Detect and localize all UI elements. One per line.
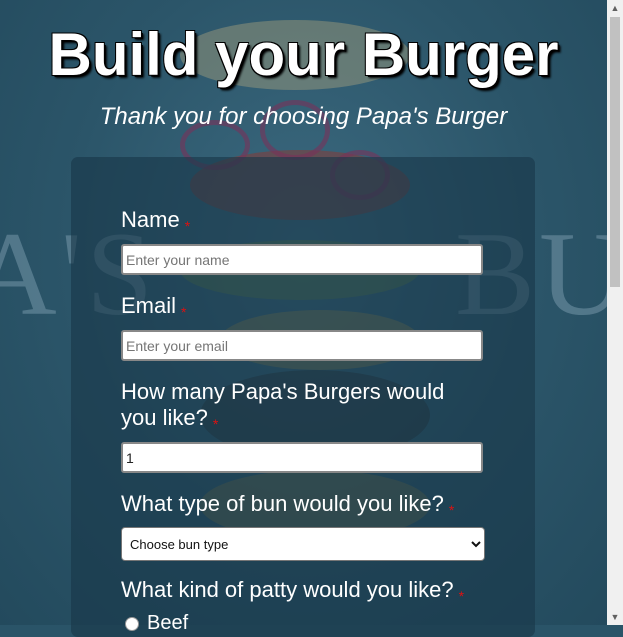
quantity-label: How many Papa's Burgers would you like? * — [121, 379, 445, 432]
name-label-text: Name — [121, 207, 180, 232]
email-label-text: Email — [121, 293, 177, 318]
page-subtitle: Thank you for choosing Papa's Burger — [99, 103, 508, 130]
patty-label: What kind of patty would you like? * — [121, 577, 465, 604]
patty-option-label: Beef — [147, 612, 189, 634]
scroll-down-icon[interactable]: ▼ — [607, 609, 623, 625]
bun-label: What type of bun would you like? * — [121, 491, 455, 518]
quantity-label-line1: How many Papa's Burgers would — [121, 379, 445, 404]
required-marker: * — [184, 218, 191, 234]
scrollbar-thumb[interactable] — [610, 17, 620, 287]
quantity-label-line2: you like? — [121, 405, 208, 430]
patty-option-beef[interactable]: Beef — [125, 612, 188, 635]
required-marker: * — [212, 416, 219, 432]
email-input[interactable] — [121, 330, 483, 361]
bun-select[interactable]: Choose bun type — [121, 527, 485, 561]
required-marker: * — [448, 502, 455, 518]
patty-label-text: What kind of patty would you like? — [121, 577, 454, 602]
name-label: Name * — [121, 207, 191, 234]
page-title: Build your Burger — [48, 21, 559, 88]
radio-button[interactable] — [125, 616, 139, 631]
email-label: Email * — [121, 293, 187, 320]
name-input[interactable] — [121, 244, 483, 275]
required-marker: * — [181, 304, 187, 320]
scroll-up-icon[interactable]: ▲ — [607, 0, 623, 16]
required-marker: * — [458, 588, 465, 604]
bun-label-text: What type of bun would you like? — [121, 491, 444, 516]
vertical-scrollbar[interactable]: ▲ ▼ — [607, 0, 623, 625]
quantity-input[interactable] — [121, 442, 483, 473]
